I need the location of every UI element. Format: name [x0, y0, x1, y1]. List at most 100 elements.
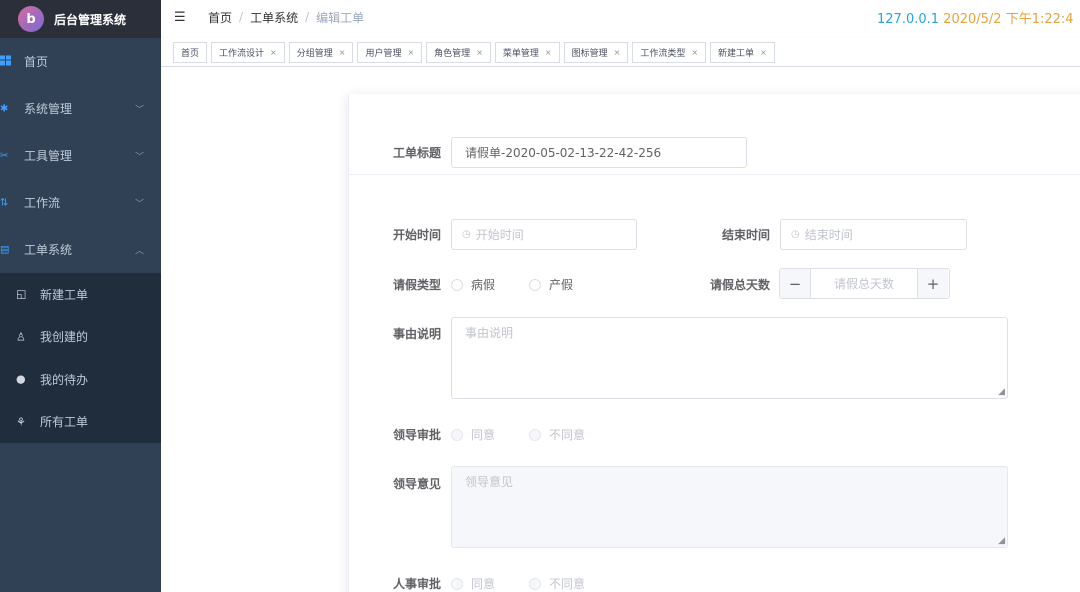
- title-input[interactable]: 请假单-2020-05-02-13-22-42-256: [451, 137, 747, 168]
- sidebar-item-label: 工具管理: [24, 149, 73, 163]
- breadcrumb-separator: /: [305, 10, 310, 24]
- sidebar-item-system[interactable]: ✱ 系统管理 ﹀: [0, 85, 161, 132]
- tag-label: 工作流设计: [219, 48, 265, 59]
- title-label: 工单标题: [393, 146, 442, 160]
- tag-role-management[interactable]: 角色管理 ×: [426, 41, 491, 63]
- radio-label[interactable]: 病假: [471, 276, 495, 293]
- breadcrumb-current: 编辑工单: [316, 10, 365, 25]
- close-icon[interactable]: ×: [545, 48, 552, 57]
- tag-menu-management[interactable]: 菜单管理 ×: [494, 41, 560, 63]
- close-icon[interactable]: ×: [760, 48, 767, 57]
- title-value: 请假单-2020-05-02-13-22-42-256: [465, 146, 662, 160]
- clock-icon: ◷: [462, 229, 471, 240]
- submenu-item-my-created[interactable]: ♙ 我创建的: [0, 316, 161, 359]
- reason-textarea[interactable]: 事由说明 ◢: [451, 317, 1008, 399]
- submenu-item-new-ticket[interactable]: ◱ 新建工单: [0, 273, 161, 316]
- hr-approval-radio-group: 同意 不同意: [451, 575, 619, 592]
- dashboard-icon: [0, 55, 12, 68]
- new-ticket-icon: ◱: [16, 287, 27, 301]
- tag-label: 首页: [181, 48, 200, 59]
- clock-icon: ◷: [791, 229, 800, 240]
- breadcrumb-home[interactable]: 首页: [208, 9, 232, 26]
- radio-sick-leave[interactable]: [451, 278, 463, 291]
- tag-label: 分组管理: [296, 48, 333, 59]
- total-days-placeholder: 请假总天数: [833, 277, 894, 291]
- sidebar-item-label: 首页: [24, 55, 49, 69]
- leave-type-radio-group: 病假 产假: [451, 276, 607, 293]
- radio-label: 不同意: [549, 428, 586, 442]
- tag-label: 菜单管理: [502, 48, 539, 59]
- gear-icon: ✱: [0, 103, 9, 114]
- radio-label[interactable]: 产假: [549, 276, 573, 293]
- tag-home[interactable]: 首页: [173, 41, 208, 63]
- radio-disagree: [529, 577, 542, 590]
- end-time-picker[interactable]: ◷ 结束时间: [780, 219, 967, 250]
- app-title: 后台管理系统: [54, 12, 127, 27]
- radio-maternity-leave[interactable]: [529, 278, 542, 291]
- chevron-down-icon: ﹀: [134, 105, 144, 115]
- decrement-button[interactable]: −: [780, 269, 811, 298]
- tag-label: 用户管理: [365, 48, 402, 59]
- tag-workflow-design[interactable]: 工作流设计 ×: [211, 41, 285, 63]
- user-icon: ♙: [16, 330, 26, 344]
- chevron-up-icon: ︿: [134, 246, 144, 256]
- host-info: 127.0.0.1 2020/5/2 下午1:22:4: [877, 8, 1074, 27]
- close-icon[interactable]: ×: [339, 48, 346, 57]
- tag-new-ticket[interactable]: 新建工单 ×: [710, 41, 775, 63]
- leave-type-label: 请假类型: [393, 278, 442, 292]
- radio-label: 不同意: [549, 577, 586, 591]
- breadcrumb-separator: /: [239, 10, 244, 24]
- tag-icon-management[interactable]: 图标管理 ×: [563, 41, 629, 63]
- sidebar-item-tools[interactable]: ✂ 工具管理 ﹀: [0, 132, 161, 179]
- top-navbar: ☰ 首页 / 工单系统 / 编辑工单 127.0.0.1 2020/5/2 下午…: [161, 0, 1080, 34]
- submenu-item-my-todo[interactable]: ● 我的待办: [0, 358, 161, 401]
- sidebar-item-label: 工单系统: [24, 243, 73, 257]
- increment-button[interactable]: +: [917, 269, 948, 298]
- total-days-stepper[interactable]: − 请假总天数 +: [779, 268, 950, 299]
- tag-group-management[interactable]: 分组管理 ×: [288, 41, 354, 63]
- main-content: 工单标题 请假单-2020-05-02-13-22-42-256 开始时间 ◷ …: [161, 67, 1080, 592]
- close-icon[interactable]: ×: [407, 48, 414, 57]
- leader-opinion-label: 领导意见: [393, 477, 442, 491]
- chat-icon: ●: [16, 372, 26, 386]
- logo-area[interactable]: b 后台管理系统: [0, 0, 161, 38]
- sidebar: b 后台管理系统 首页 ✱ 系统管理 ﹀ ✂ 工具管理 ﹀ ⇅ 工作流 ﹀ ▤ …: [0, 0, 161, 592]
- close-icon[interactable]: ×: [270, 48, 277, 57]
- chevron-down-icon: ﹀: [134, 199, 144, 209]
- tag-user-management[interactable]: 用户管理 ×: [357, 41, 423, 63]
- radio-agree: [451, 428, 463, 441]
- divider: [349, 174, 1080, 175]
- leader-opinion-placeholder: 领导意见: [465, 475, 514, 489]
- leader-opinion-textarea: 领导意见 ◢: [451, 466, 1008, 548]
- resize-handle-icon[interactable]: ◢: [998, 388, 1005, 397]
- sidebar-item-home[interactable]: 首页: [0, 38, 161, 85]
- tag-label: 新建工单: [718, 48, 755, 59]
- sidebar-item-label: 系统管理: [24, 102, 73, 116]
- end-time-placeholder: 结束时间: [804, 228, 853, 242]
- resize-handle-icon: ◢: [998, 536, 1005, 546]
- ticket-icon: ▤: [0, 244, 10, 255]
- sidebar-item-ticket-system[interactable]: ▤ 工单系统 ︿: [0, 226, 161, 273]
- radio-label: 同意: [471, 428, 496, 442]
- hamburger-icon[interactable]: ☰: [174, 10, 188, 25]
- leader-approval-label: 领导审批: [393, 428, 442, 442]
- close-icon[interactable]: ×: [614, 48, 621, 57]
- ticket-submenu: ◱ 新建工单 ♙ 我创建的 ● 我的待办 ⚘ 所有工单: [0, 273, 161, 443]
- submenu-item-all-tickets[interactable]: ⚘ 所有工单: [0, 401, 161, 444]
- submenu-item-label: 所有工单: [40, 415, 89, 430]
- close-icon[interactable]: ×: [691, 48, 698, 57]
- close-icon[interactable]: ×: [476, 48, 483, 57]
- hr-approval-label: 人事审批: [393, 577, 442, 591]
- breadcrumb-ticket-system[interactable]: 工单系统: [250, 9, 298, 26]
- radio-disagree: [529, 428, 542, 441]
- tag-workflow-type[interactable]: 工作流类型 ×: [632, 41, 707, 63]
- total-days-label: 请假总天数: [710, 278, 771, 292]
- total-days-input[interactable]: 请假总天数: [811, 269, 917, 298]
- tag-label: 工作流类型: [640, 48, 686, 59]
- sidebar-item-workflow[interactable]: ⇅ 工作流 ﹀: [0, 179, 161, 226]
- chevron-down-icon: ﹀: [134, 152, 144, 162]
- radio-agree: [451, 577, 463, 590]
- start-time-picker[interactable]: ◷ 开始时间: [451, 219, 637, 250]
- current-datetime: 2020/5/2 下午1:22:4: [943, 12, 1074, 27]
- start-time-placeholder: 开始时间: [475, 228, 524, 242]
